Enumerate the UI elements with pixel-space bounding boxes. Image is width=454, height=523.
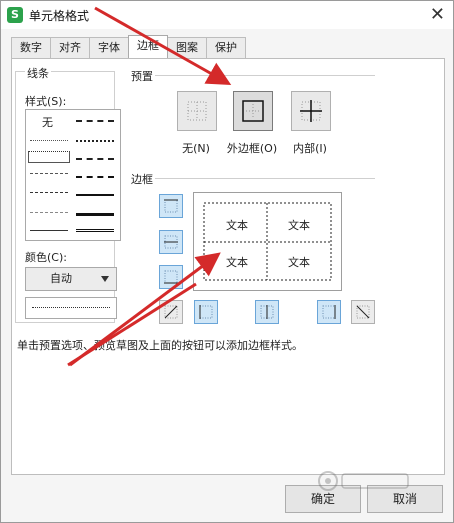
tab-font[interactable]: 字体 — [89, 37, 129, 58]
preset-inside-icon — [300, 100, 322, 122]
line-style-option[interactable] — [76, 158, 114, 160]
hint-text: 单击预置选项、预览草图及上面的按钮可以添加边框样式。 — [17, 339, 303, 352]
line-style-option[interactable] — [30, 212, 68, 213]
watermark-logo — [318, 471, 409, 491]
border-preview[interactable]: 文本 文本 文本 文本 — [193, 192, 342, 291]
preset-inside-label: 内部(I) — [293, 142, 327, 155]
preset-group-label: 预置 — [131, 70, 153, 83]
line-style-label: 样式(S): — [25, 95, 67, 108]
tab-protection[interactable]: 保护 — [206, 37, 246, 58]
wps-app-icon: S — [7, 7, 23, 23]
border-left-button[interactable] — [194, 300, 218, 324]
border-preview-grid — [203, 202, 332, 281]
border-bottom-icon — [164, 270, 178, 284]
line-style-option[interactable] — [76, 229, 114, 232]
tab-number[interactable]: 数字 — [11, 37, 51, 58]
border-group-label: 边框 — [131, 173, 153, 186]
preset-group-line — [155, 75, 375, 76]
border-top-icon — [164, 199, 178, 213]
line-style-selected[interactable] — [28, 151, 70, 163]
chevron-down-icon — [101, 276, 109, 282]
preset-none-icon — [187, 101, 207, 121]
border-inside-vertical-icon — [260, 305, 274, 319]
border-diagonal-up-button[interactable] — [159, 300, 183, 324]
line-style-option[interactable] — [30, 192, 68, 193]
border-diagonal-down-button[interactable] — [351, 300, 375, 324]
line-color-dropdown[interactable]: 自动 — [25, 267, 117, 291]
border-right-icon — [322, 305, 336, 319]
line-group-label: 线条 — [25, 65, 51, 81]
line-style-option[interactable] — [76, 194, 114, 196]
close-icon[interactable]: ✕ — [430, 4, 445, 25]
border-left-icon — [199, 305, 213, 319]
line-style-option[interactable] — [76, 140, 114, 142]
line-style-preview-sample — [32, 307, 110, 308]
border-inside-vertical-button[interactable] — [255, 300, 279, 324]
line-color-label: 颜色(C): — [25, 251, 67, 264]
dialog-title: 单元格格式 — [29, 9, 90, 23]
line-style-option[interactable] — [76, 176, 114, 178]
line-style-option[interactable] — [76, 120, 114, 122]
border-top-button[interactable] — [159, 194, 183, 218]
tab-bar: 数字 对齐 字体 边框 图案 保护 — [11, 35, 246, 59]
format-cells-dialog: S 单元格格式 ✕ 数字 对齐 字体 边框 图案 保护 线条 样式(S): 无 … — [0, 0, 454, 523]
tab-border[interactable]: 边框 — [128, 35, 168, 59]
preset-none-button[interactable] — [177, 91, 217, 131]
tab-alignment[interactable]: 对齐 — [50, 37, 90, 58]
border-inside-horizontal-icon — [164, 235, 178, 249]
line-style-none[interactable]: 无 — [42, 114, 53, 130]
diagonal-up-icon — [164, 305, 178, 319]
line-style-option[interactable] — [76, 213, 114, 216]
line-style-option[interactable] — [30, 173, 68, 174]
line-style-option[interactable] — [30, 230, 68, 231]
border-group-line — [155, 178, 375, 179]
line-style-preview — [25, 297, 117, 319]
border-bottom-button[interactable] — [159, 265, 183, 289]
border-inside-horizontal-button[interactable] — [159, 230, 183, 254]
border-right-button[interactable] — [317, 300, 341, 324]
preset-inside-button[interactable] — [291, 91, 331, 131]
tab-pattern[interactable]: 图案 — [167, 37, 207, 58]
diagonal-down-icon — [356, 305, 370, 319]
line-style-list[interactable]: 无 — [25, 109, 121, 241]
preview-cell-text: 文本 — [288, 219, 310, 232]
title-bar: S 单元格格式 ✕ — [1, 1, 453, 29]
line-color-value: 自动 — [50, 272, 72, 285]
preview-cell-text: 文本 — [226, 256, 248, 269]
preset-outline-button[interactable] — [233, 91, 273, 131]
preset-outline-icon — [242, 100, 264, 122]
line-style-option[interactable] — [30, 140, 68, 141]
preview-cell-text: 文本 — [226, 219, 248, 232]
preview-cell-text: 文本 — [288, 256, 310, 269]
